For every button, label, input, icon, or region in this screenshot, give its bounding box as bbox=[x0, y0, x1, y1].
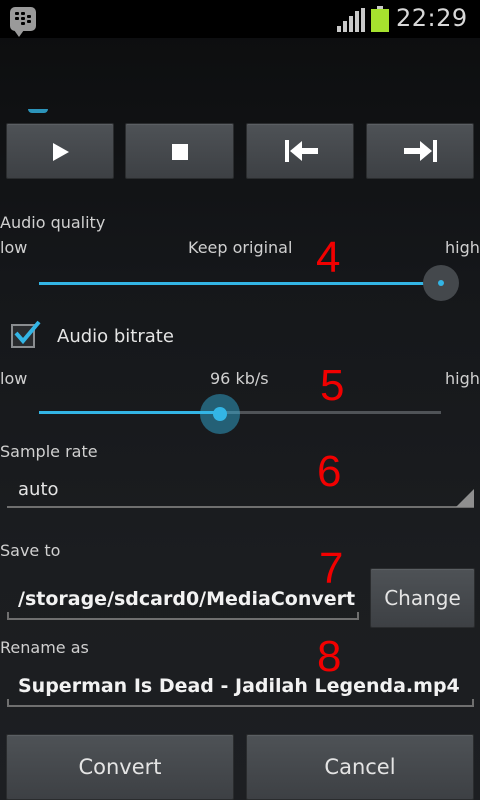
rename-as-value: Superman Is Dead - Jadilah Legenda.mp4 bbox=[18, 675, 460, 697]
bbm-chat-icon bbox=[10, 7, 36, 37]
skip-back-icon bbox=[285, 140, 318, 162]
play-button[interactable] bbox=[6, 123, 114, 179]
field-tick-right bbox=[357, 612, 359, 620]
audio-quality-fill bbox=[39, 282, 441, 285]
change-button-label: Change bbox=[384, 586, 461, 610]
audio-quality-value: Keep original bbox=[188, 238, 293, 257]
play-icon bbox=[53, 143, 69, 161]
rename-as-label: Rename as bbox=[0, 638, 89, 657]
field-tick-left bbox=[7, 699, 9, 707]
stop-button[interactable] bbox=[125, 123, 234, 179]
sample-rate-spinner[interactable]: auto bbox=[7, 470, 474, 508]
cancel-button[interactable]: Cancel bbox=[246, 734, 474, 800]
convert-button[interactable]: Convert bbox=[6, 734, 234, 800]
audio-bitrate-value: 96 kb/s bbox=[210, 369, 269, 388]
skip-forward-icon bbox=[404, 140, 437, 162]
signal-bars-icon bbox=[337, 8, 365, 32]
skip-forward-button[interactable] bbox=[366, 123, 474, 179]
save-to-label: Save to bbox=[0, 541, 61, 560]
status-time: 22:29 bbox=[396, 4, 468, 32]
cancel-button-label: Cancel bbox=[324, 755, 396, 779]
scroll-remnant bbox=[28, 109, 48, 113]
audio-bitrate-label: Audio bitrate bbox=[57, 326, 174, 347]
save-to-value: /storage/sdcard0/MediaConvert bbox=[18, 588, 356, 610]
sample-rate-label: Sample rate bbox=[0, 442, 98, 461]
save-to-field[interactable]: /storage/sdcard0/MediaConvert bbox=[7, 580, 359, 622]
audio-bitrate-fill bbox=[39, 411, 220, 414]
audio-quality-thumb[interactable] bbox=[423, 265, 459, 301]
audio-bitrate-checkbox[interactable] bbox=[11, 320, 41, 348]
field-tick-left bbox=[7, 612, 9, 620]
audio-bitrate-low: low bbox=[0, 369, 28, 388]
rename-as-field[interactable]: Superman Is Dead - Jadilah Legenda.mp4 bbox=[7, 667, 474, 709]
audio-quality-slider[interactable] bbox=[39, 262, 459, 304]
rename-as-underline bbox=[7, 705, 474, 707]
sample-rate-value: auto bbox=[18, 479, 59, 500]
status-bar: 22:29 bbox=[0, 0, 480, 38]
screen: 22:29 Audio quality low Keep original hi… bbox=[0, 0, 480, 800]
dropdown-corner-icon bbox=[456, 489, 474, 507]
audio-bitrate-high: high bbox=[445, 369, 480, 388]
checkmark-icon bbox=[14, 320, 41, 345]
audio-bitrate-slider[interactable] bbox=[39, 391, 441, 435]
stop-icon bbox=[172, 144, 188, 160]
convert-button-label: Convert bbox=[78, 755, 162, 779]
change-button[interactable]: Change bbox=[370, 568, 475, 628]
spinner-underline bbox=[7, 506, 474, 508]
save-to-underline bbox=[7, 618, 359, 620]
field-tick-right bbox=[472, 699, 474, 707]
battery-icon bbox=[371, 6, 389, 32]
audio-quality-high: high bbox=[445, 238, 480, 257]
audio-quality-low: low bbox=[0, 238, 28, 257]
skip-back-button[interactable] bbox=[246, 123, 354, 179]
audio-quality-label: Audio quality bbox=[0, 213, 106, 232]
audio-bitrate-thumb[interactable] bbox=[199, 394, 240, 434]
